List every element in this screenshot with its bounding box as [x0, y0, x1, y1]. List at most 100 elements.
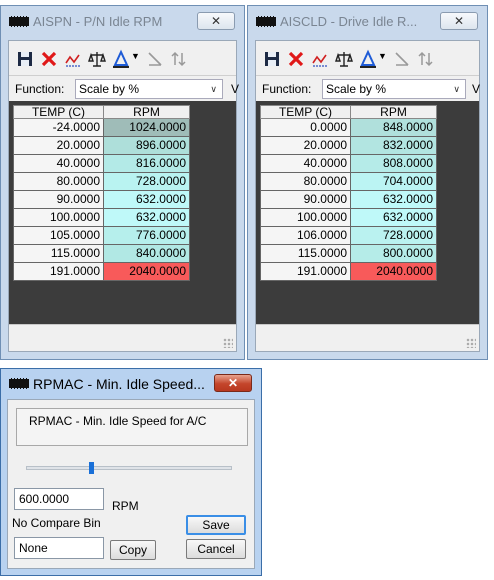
value-input[interactable]: 600.0000 — [14, 488, 104, 510]
axis-icon[interactable] — [392, 49, 412, 69]
temp-cell[interactable]: 80.0000 — [13, 172, 104, 191]
temp-cell[interactable]: 20.0000 — [260, 136, 351, 155]
compare-icon[interactable] — [334, 49, 354, 69]
window-title: RPMAC - Min. Idle Speed... — [33, 376, 205, 392]
temp-cell[interactable]: 100.0000 — [260, 208, 351, 227]
rpm-cell[interactable]: 704.0000 — [350, 172, 437, 191]
function-row: Function: Scale by % ∨ V — [256, 75, 481, 102]
column-header-temp[interactable]: TEMP (C) — [13, 105, 104, 119]
resize-grip-icon[interactable] — [466, 338, 476, 348]
table-row: 100.0000 632.0000 — [13, 208, 190, 227]
temp-cell[interactable]: 20.0000 — [13, 136, 104, 155]
toolbar: ▼ — [9, 41, 236, 75]
rpm-cell[interactable]: 2040.0000 — [103, 262, 190, 281]
save-icon[interactable] — [262, 49, 282, 69]
close-button[interactable]: ✕ — [214, 374, 252, 392]
rpm-cell[interactable]: 1024.0000 — [103, 118, 190, 137]
rpm-cell[interactable]: 848.0000 — [350, 118, 437, 137]
temp-cell[interactable]: 90.0000 — [13, 190, 104, 209]
rpm-cell[interactable]: 632.0000 — [350, 190, 437, 209]
interpolate-icon[interactable] — [111, 49, 131, 69]
title-bar[interactable]: RPMAC - Min. Idle Speed... ✕ — [1, 369, 261, 399]
compare-icon[interactable] — [87, 49, 107, 69]
v-label: V — [472, 82, 481, 96]
rpm-cell[interactable]: 816.0000 — [103, 154, 190, 173]
delete-icon[interactable] — [286, 49, 306, 69]
temp-cell[interactable]: 40.0000 — [260, 154, 351, 173]
axis-icon[interactable] — [145, 49, 165, 69]
chip-icon — [9, 378, 29, 389]
sort-icon[interactable] — [416, 49, 436, 69]
function-select[interactable]: Scale by % ∨ — [322, 79, 466, 99]
value-slider[interactable] — [26, 466, 232, 470]
temp-cell[interactable]: 115.0000 — [13, 244, 104, 263]
compare-bin-field[interactable]: None — [14, 537, 104, 559]
column-header-rpm[interactable]: RPM — [350, 105, 437, 119]
save-icon[interactable] — [15, 49, 35, 69]
column-header-temp[interactable]: TEMP (C) — [260, 105, 351, 119]
close-button[interactable]: ✕ — [197, 12, 235, 30]
temp-cell[interactable]: 105.0000 — [13, 226, 104, 245]
status-bar — [9, 324, 236, 351]
temp-cell[interactable]: 106.0000 — [260, 226, 351, 245]
table-grid: TEMP (C) RPM -24.0000 1024.0000 20.0000 896… — [9, 101, 236, 325]
rpm-cell[interactable]: 840.0000 — [103, 244, 190, 263]
chevron-down-icon: ∨ — [453, 84, 460, 94]
description-box: RPMAC - Min. Idle Speed for A/C — [16, 408, 248, 446]
chevron-down-icon[interactable]: ▼ — [131, 51, 141, 71]
resize-grip-icon[interactable] — [223, 338, 233, 348]
rpm-cell[interactable]: 832.0000 — [350, 136, 437, 155]
rpm-cell[interactable]: 800.0000 — [350, 244, 437, 263]
temp-cell[interactable]: 0.0000 — [260, 118, 351, 137]
sort-icon[interactable] — [169, 49, 189, 69]
window-title: AISPN - P/N Idle RPM — [33, 14, 163, 29]
rpm-cell[interactable]: 776.0000 — [103, 226, 190, 245]
table-window-aiscld: AISCLD - Drive Idle R... ✕ ▼ Function: S… — [247, 5, 488, 360]
copy-button[interactable]: Copy — [110, 540, 156, 560]
scalar-dialog-rpmac: RPMAC - Min. Idle Speed... ✕ RPMAC - Min… — [0, 368, 262, 576]
rpm-cell[interactable]: 632.0000 — [103, 208, 190, 227]
temp-cell[interactable]: 90.0000 — [260, 190, 351, 209]
data-table: TEMP (C) RPM -24.0000 1024.0000 20.0000 896… — [13, 105, 190, 281]
temp-cell[interactable]: 191.0000 — [260, 262, 351, 281]
data-table: TEMP (C) RPM 0.0000 848.0000 20.0000 832.00… — [260, 105, 437, 281]
rpm-cell[interactable]: 728.0000 — [350, 226, 437, 245]
v-label: V — [231, 82, 240, 96]
rpm-cell[interactable]: 728.0000 — [103, 172, 190, 191]
rpm-cell[interactable]: 2040.0000 — [350, 262, 437, 281]
table-row: 191.0000 2040.0000 — [13, 262, 190, 281]
temp-cell[interactable]: 115.0000 — [260, 244, 351, 263]
rpm-cell[interactable]: 632.0000 — [103, 190, 190, 209]
temp-cell[interactable]: 40.0000 — [13, 154, 104, 173]
compare-label: No Compare Bin — [12, 516, 101, 530]
table-row: 106.0000 728.0000 — [260, 226, 437, 245]
graph-icon[interactable] — [63, 49, 83, 69]
graph-icon[interactable] — [310, 49, 330, 69]
save-button[interactable]: Save — [186, 515, 246, 535]
interpolate-icon[interactable] — [358, 49, 378, 69]
rpm-cell[interactable]: 896.0000 — [103, 136, 190, 155]
temp-cell[interactable]: 80.0000 — [260, 172, 351, 191]
close-button[interactable]: ✕ — [440, 12, 478, 30]
rpm-cell[interactable]: 808.0000 — [350, 154, 437, 173]
chevron-down-icon[interactable]: ▼ — [378, 51, 388, 71]
window-client: ▼ Function: Scale by % ∨ V TEMP (C) RPM -… — [8, 40, 240, 352]
temp-cell[interactable]: 100.0000 — [13, 208, 104, 227]
function-row: Function: Scale by % ∨ V — [9, 75, 240, 102]
delete-icon[interactable] — [39, 49, 59, 69]
function-value: Scale by % — [326, 82, 387, 96]
temp-cell[interactable]: 191.0000 — [13, 262, 104, 281]
title-bar[interactable]: AISPN - P/N Idle RPM ✕ — [1, 6, 244, 36]
column-header-rpm[interactable]: RPM — [103, 105, 190, 119]
rpm-cell[interactable]: 632.0000 — [350, 208, 437, 227]
table-row: 115.0000 800.0000 — [260, 244, 437, 263]
function-select[interactable]: Scale by % ∨ — [75, 79, 223, 99]
title-bar[interactable]: AISCLD - Drive Idle R... ✕ — [248, 6, 487, 36]
temp-cell[interactable]: -24.0000 — [13, 118, 104, 137]
slider-thumb[interactable] — [89, 462, 94, 474]
chip-icon — [9, 16, 29, 27]
table-window-aispn: AISPN - P/N Idle RPM ✕ ▼ Function: Scale… — [0, 5, 245, 360]
table-row: 80.0000 704.0000 — [260, 172, 437, 191]
cancel-button[interactable]: Cancel — [186, 539, 246, 559]
table-grid: TEMP (C) RPM 0.0000 848.0000 20.0000 832.00… — [256, 101, 479, 325]
